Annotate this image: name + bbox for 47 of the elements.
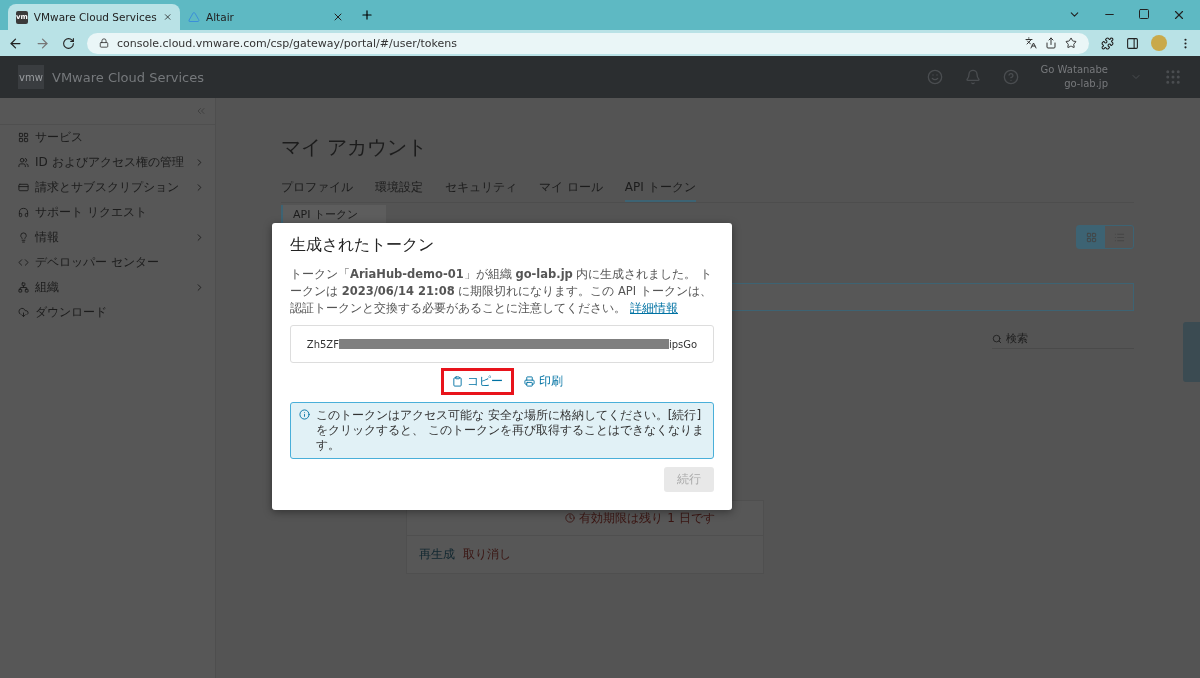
address-bar[interactable]: console.cloud.vmware.com/csp/gateway/portal/#/user/tokens bbox=[87, 32, 1089, 54]
sidebar-item-icon bbox=[18, 132, 29, 143]
printer-icon bbox=[524, 376, 535, 387]
print-button[interactable]: 印刷 bbox=[524, 373, 563, 390]
lock-icon bbox=[99, 38, 109, 48]
star-icon[interactable] bbox=[1065, 37, 1077, 49]
sidebar-item-icon bbox=[18, 207, 29, 218]
dialog-title: 生成されたトークン bbox=[290, 235, 435, 256]
action-link[interactable]: 再生成 bbox=[419, 546, 455, 563]
close-icon[interactable] bbox=[162, 11, 172, 23]
sidebar-item-icon bbox=[18, 282, 29, 293]
grid-icon bbox=[1085, 231, 1097, 243]
user-name[interactable]: Go Watanabe bbox=[1040, 63, 1108, 77]
page-title: マイ アカウント bbox=[281, 134, 429, 161]
app-title: VMware Cloud Services bbox=[52, 69, 204, 85]
info-icon bbox=[299, 409, 310, 420]
logo: vmw bbox=[18, 65, 44, 89]
triangle-icon bbox=[188, 11, 200, 23]
forward-icon[interactable] bbox=[35, 35, 50, 51]
view-toggle-button[interactable] bbox=[1077, 226, 1105, 248]
clipboard-icon bbox=[452, 376, 463, 387]
clock-icon bbox=[565, 513, 576, 523]
back-icon[interactable] bbox=[8, 35, 23, 51]
search-icon bbox=[992, 333, 1002, 344]
maximize-icon[interactable] bbox=[1138, 8, 1150, 20]
copy-button[interactable]: コピー bbox=[452, 373, 503, 390]
new-tab-icon[interactable] bbox=[360, 8, 374, 22]
token-start: Zh5ZF bbox=[306, 338, 339, 350]
sidebar-item-icon bbox=[18, 307, 29, 318]
close-icon[interactable] bbox=[1172, 8, 1186, 22]
translate-icon[interactable] bbox=[1025, 37, 1037, 49]
expiry-text: 有効期限は残り 1 日です bbox=[579, 509, 715, 527]
dialog-message: トークン「AriaHub-demo-01」が組織 go-lab.jp 内に生成されました。 トークンは 2023/06/14 21:08 に期限切れになります。この API トークンは、認証トークンと交換する必要があることに注意してください。 詳細情報 bbox=[290, 266, 714, 317]
org-name: go-lab.jp bbox=[1064, 77, 1108, 91]
share-icon[interactable] bbox=[1045, 37, 1057, 49]
sidebar-item-icon bbox=[18, 257, 29, 268]
browser-tab[interactable]: Altair bbox=[180, 4, 352, 30]
alert-text: このトークンはアクセス可能な 安全な場所に格納してください。[続行] をクリックすると、 このトークンを再び取得することはできなくなります。 bbox=[316, 408, 705, 453]
token-end: ipsGo bbox=[668, 338, 698, 350]
reload-icon[interactable] bbox=[62, 36, 75, 50]
side-panel-icon[interactable] bbox=[1126, 36, 1139, 50]
close-icon[interactable] bbox=[332, 11, 344, 23]
sidebar-item-icon bbox=[18, 232, 29, 243]
sidebar-item-icon bbox=[18, 182, 29, 193]
details-link[interactable]: 詳細情報 bbox=[630, 301, 678, 315]
sidebar-item-icon bbox=[18, 157, 29, 168]
extensions-icon[interactable] bbox=[1101, 36, 1114, 50]
